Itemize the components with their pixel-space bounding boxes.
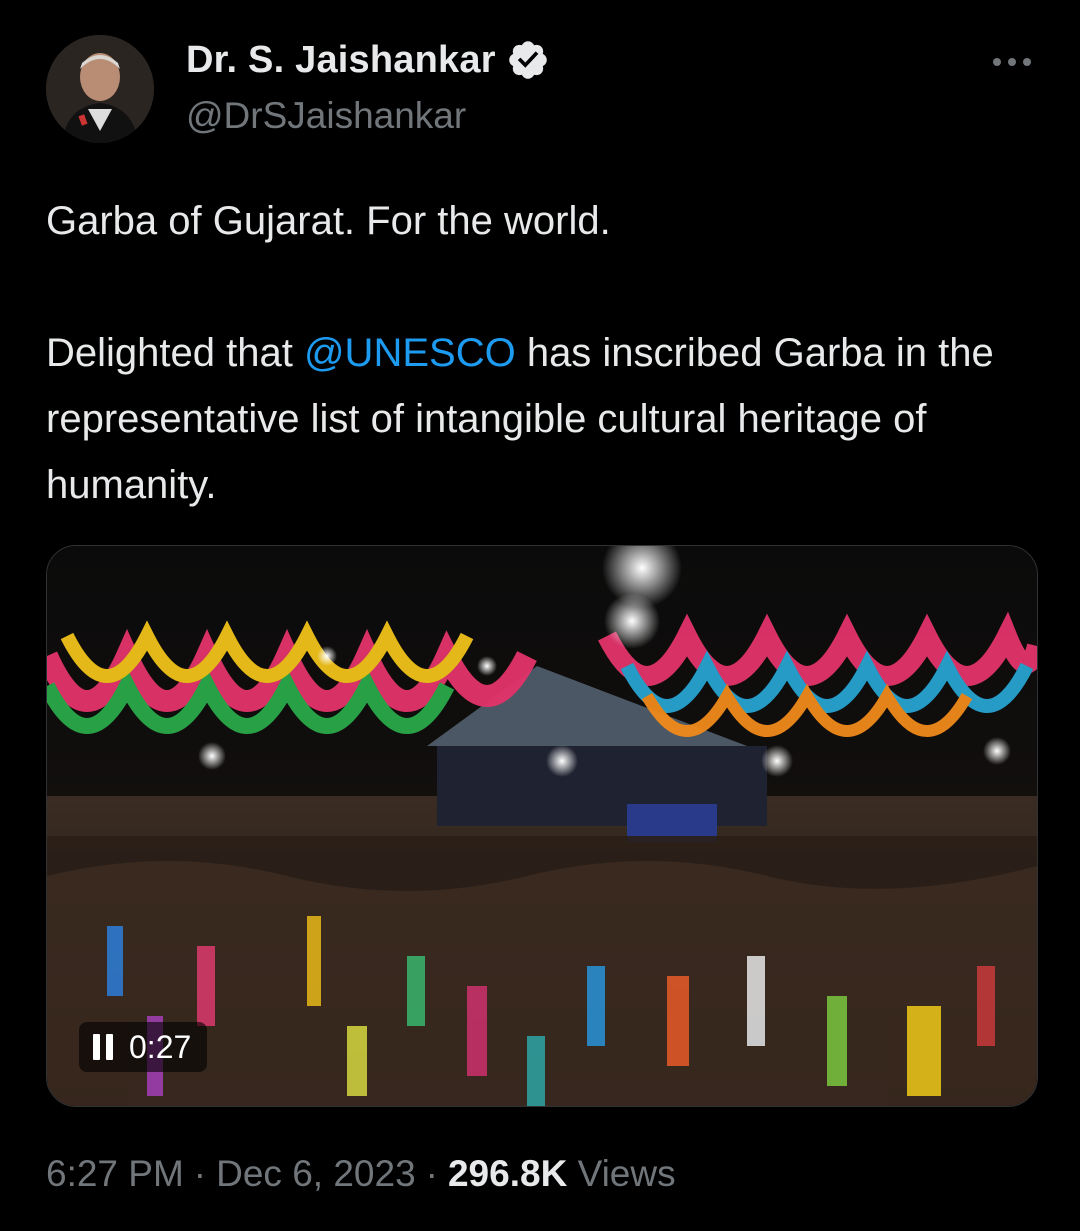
author-name[interactable]: Dr. S. Jaishankar [186, 39, 496, 82]
more-options-icon[interactable] [986, 42, 1038, 82]
meta-separator: · [425, 1153, 438, 1194]
tweet-meta: 6:27 PM · Dec 6, 2023 · 296.8K Views [46, 1153, 676, 1195]
meta-separator: · [193, 1153, 207, 1194]
tweet-date[interactable]: Dec 6, 2023 [216, 1153, 416, 1194]
tweet-header: Dr. S. Jaishankar @DrSJaishankar [0, 0, 1080, 160]
tweet-paragraph-2: Delighted that @UNESCO has inscribed Gar… [46, 320, 1036, 518]
tweet-line-1: Garba of Gujarat. For the world. [46, 199, 611, 243]
author-avatar[interactable] [46, 35, 154, 143]
video-player[interactable]: 0:27 [46, 545, 1038, 1107]
views-count: 296.8K [447, 1153, 568, 1194]
verified-badge-icon[interactable] [506, 38, 550, 82]
pause-icon[interactable] [93, 1034, 115, 1060]
avatar-image [46, 35, 154, 143]
more-dot [1023, 58, 1031, 66]
tweet-time[interactable]: 6:27 PM [46, 1153, 184, 1194]
tweet-text-before-mention: Delighted that [46, 331, 304, 375]
more-dot [993, 58, 1001, 66]
video-duration: 0:27 [129, 1028, 192, 1065]
tweet-text: Garba of Gujarat. For the world. Delight… [46, 188, 1036, 518]
mention-link[interactable]: @UNESCO [304, 331, 516, 375]
author-name-row: Dr. S. Jaishankar [186, 38, 550, 82]
video-controls[interactable]: 0:27 [79, 1022, 208, 1072]
more-dot [1008, 58, 1016, 66]
views-label: Views [577, 1153, 676, 1194]
author-handle[interactable]: @DrSJaishankar [186, 95, 466, 137]
